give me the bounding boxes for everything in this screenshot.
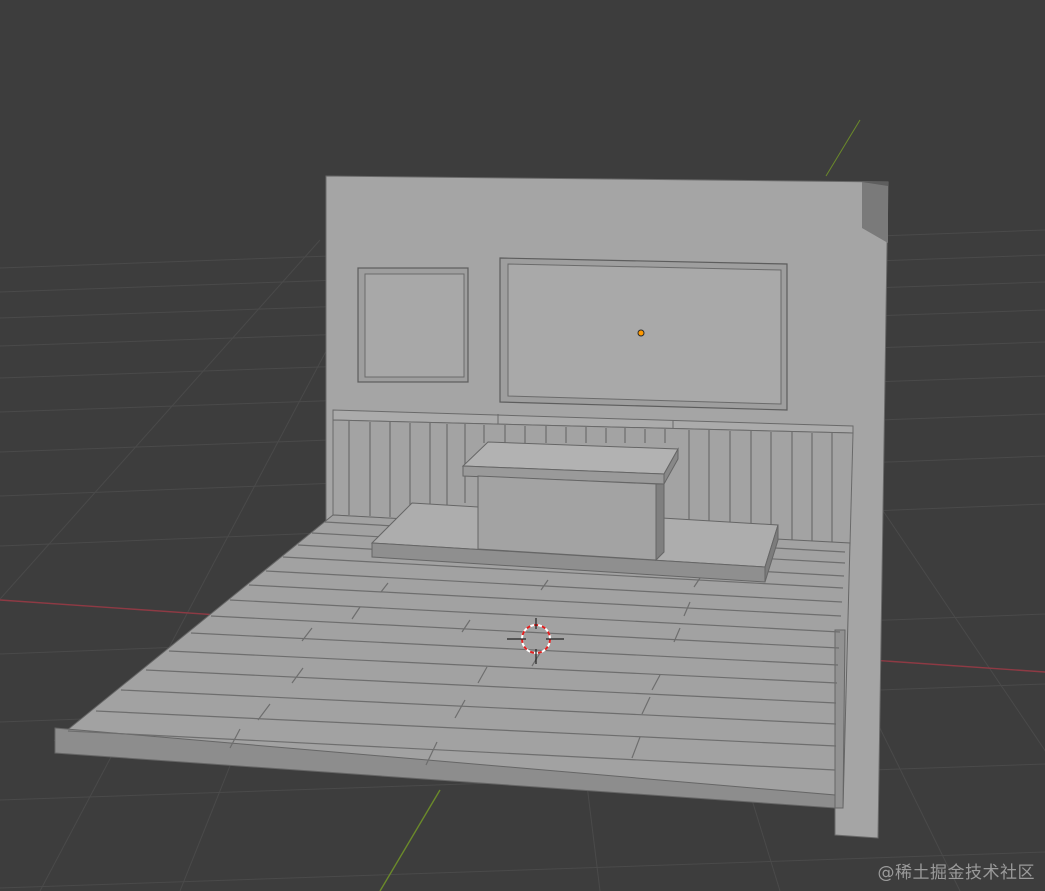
origin-dot [637, 329, 645, 337]
small-picture-frame[interactable] [357, 267, 469, 383]
y-axis-line [379, 789, 441, 891]
y-axis-line-far [825, 119, 861, 177]
3d-viewport[interactable] [0, 0, 1045, 891]
cabinet[interactable] [461, 441, 679, 562]
